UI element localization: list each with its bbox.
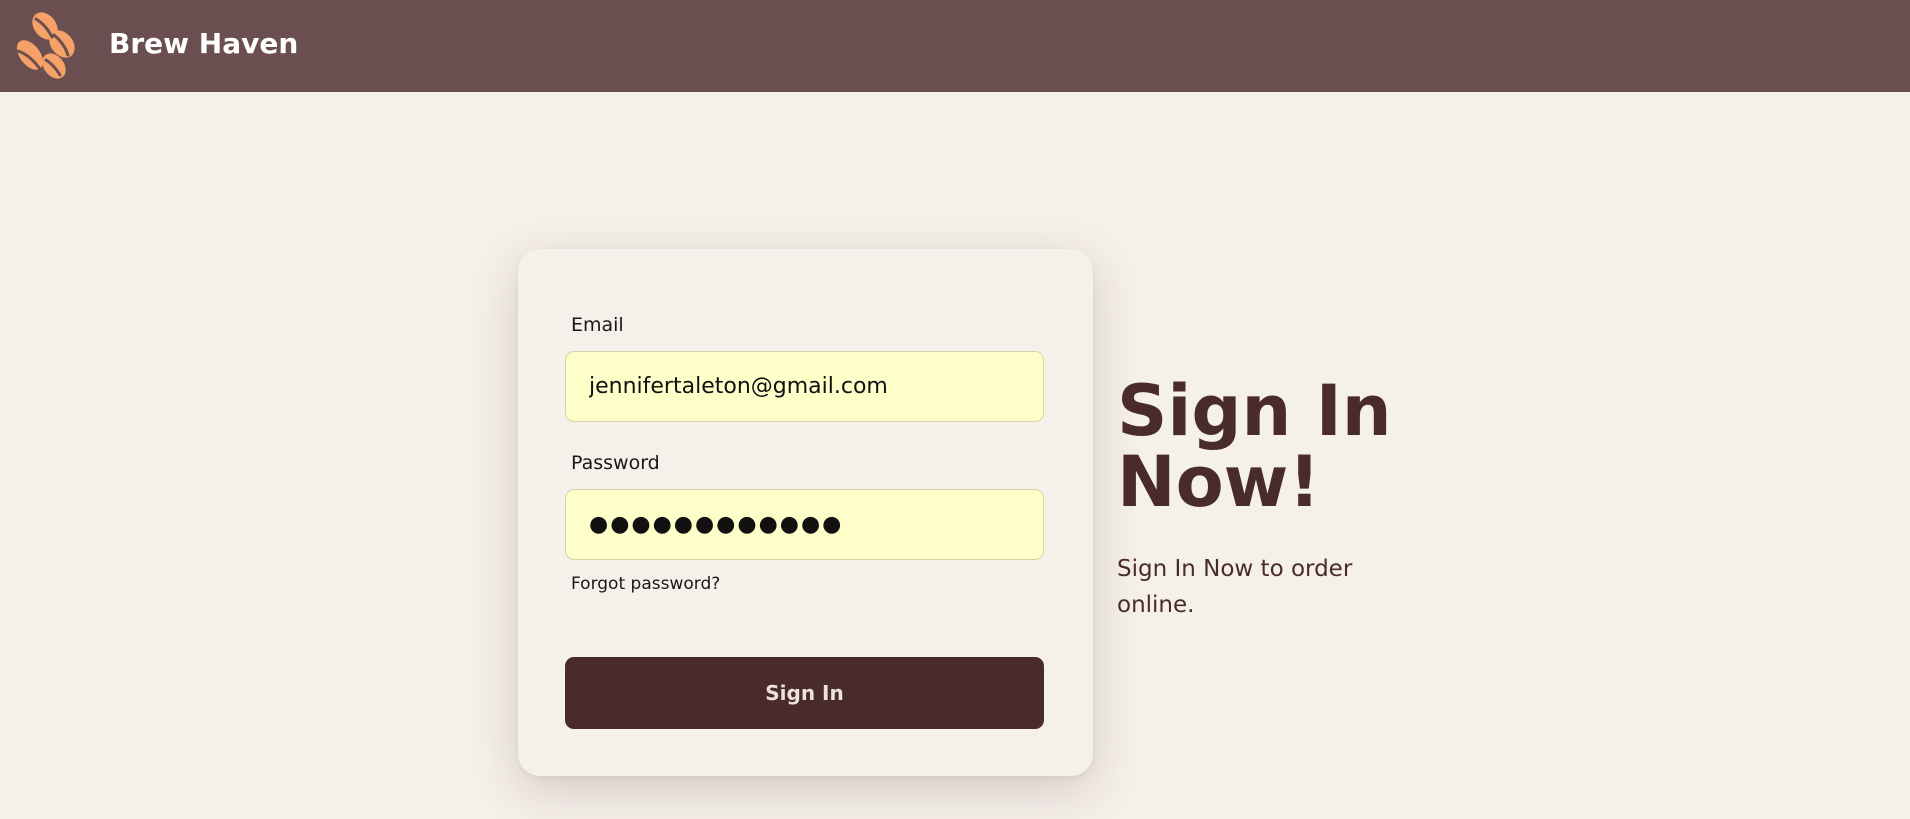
sign-in-button[interactable]: Sign In	[565, 657, 1044, 729]
forgot-password-link[interactable]: Forgot password?	[571, 574, 720, 594]
coffee-beans-icon[interactable]	[12, 11, 82, 81]
password-label: Password	[571, 452, 660, 474]
hero-subtitle: Sign In Now to order online.	[1117, 556, 1353, 618]
email-label: Email	[571, 314, 624, 336]
hero-title: Sign In Now!	[1117, 370, 1392, 523]
email-field[interactable]	[565, 351, 1044, 422]
brand-name[interactable]: Brew Haven	[109, 27, 298, 60]
password-field[interactable]	[565, 489, 1044, 560]
top-navbar: Brew Haven	[0, 0, 1910, 92]
signin-card: Email Password Forgot password? Sign In	[518, 249, 1093, 776]
